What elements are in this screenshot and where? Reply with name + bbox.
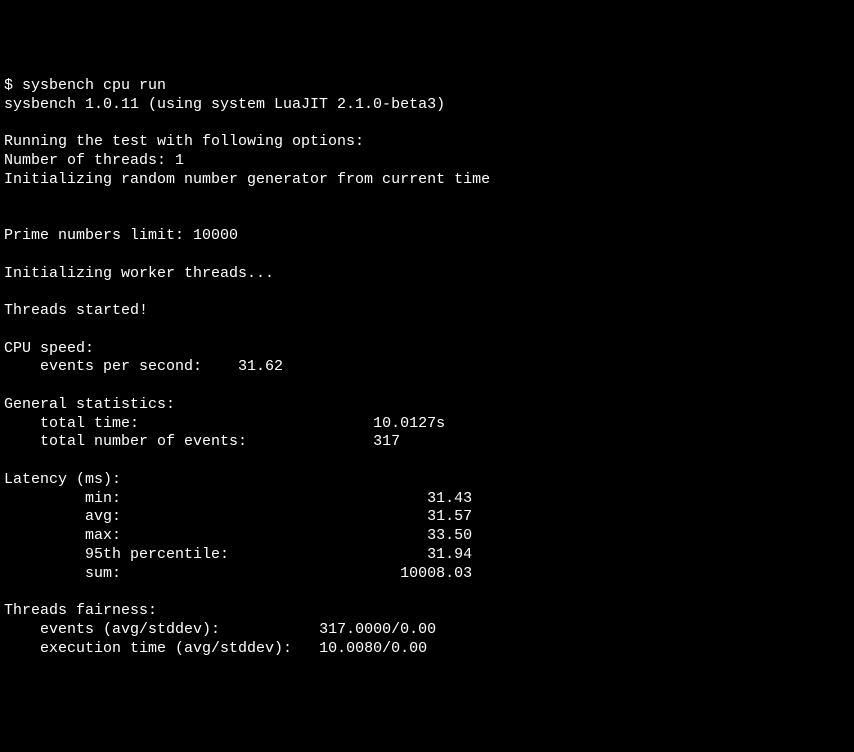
events-per-second-label: events per second:: [4, 358, 238, 375]
general-stats-header: General statistics:: [4, 396, 175, 413]
threads-started-line: Threads started!: [4, 302, 148, 319]
shell-prompt: $: [4, 77, 22, 94]
cpu-speed-header: CPU speed:: [4, 340, 94, 357]
total-time-value: 10.0127s: [373, 415, 445, 432]
latency-max-value: 33.50: [427, 527, 472, 544]
prime-limit-line: Prime numbers limit: 10000: [4, 227, 238, 244]
latency-min-value: 31.43: [427, 490, 472, 507]
latency-header: Latency (ms):: [4, 471, 121, 488]
fairness-events-value: 317.0000/0.00: [319, 621, 436, 638]
latency-avg-value: 31.57: [427, 508, 472, 525]
latency-min-label: min:: [4, 490, 427, 507]
events-per-second-value: 31.62: [238, 358, 283, 375]
threads-count-line: Number of threads: 1: [4, 152, 184, 169]
total-time-label: total time:: [4, 415, 373, 432]
latency-sum-value: 10008.03: [400, 565, 472, 582]
running-options-line: Running the test with following options:: [4, 133, 364, 150]
fairness-exec-label: execution time (avg/stddev):: [4, 640, 319, 657]
rng-init-line: Initializing random number generator fro…: [4, 171, 490, 188]
version-line: sysbench 1.0.11 (using system LuaJIT 2.1…: [4, 96, 445, 113]
init-workers-line: Initializing worker threads...: [4, 265, 274, 282]
fairness-exec-value: 10.0080/0.00: [319, 640, 427, 657]
total-events-value: 317: [373, 433, 400, 450]
total-events-label: total number of events:: [4, 433, 373, 450]
terminal-output[interactable]: $ sysbench cpu run sysbench 1.0.11 (usin…: [4, 77, 850, 658]
latency-max-label: max:: [4, 527, 427, 544]
latency-avg-label: avg:: [4, 508, 427, 525]
latency-95th-label: 95th percentile:: [4, 546, 427, 563]
threads-fairness-header: Threads fairness:: [4, 602, 157, 619]
latency-sum-label: sum:: [4, 565, 400, 582]
latency-95th-value: 31.94: [427, 546, 472, 563]
command-text: sysbench cpu run: [22, 77, 166, 94]
fairness-events-label: events (avg/stddev):: [4, 621, 319, 638]
